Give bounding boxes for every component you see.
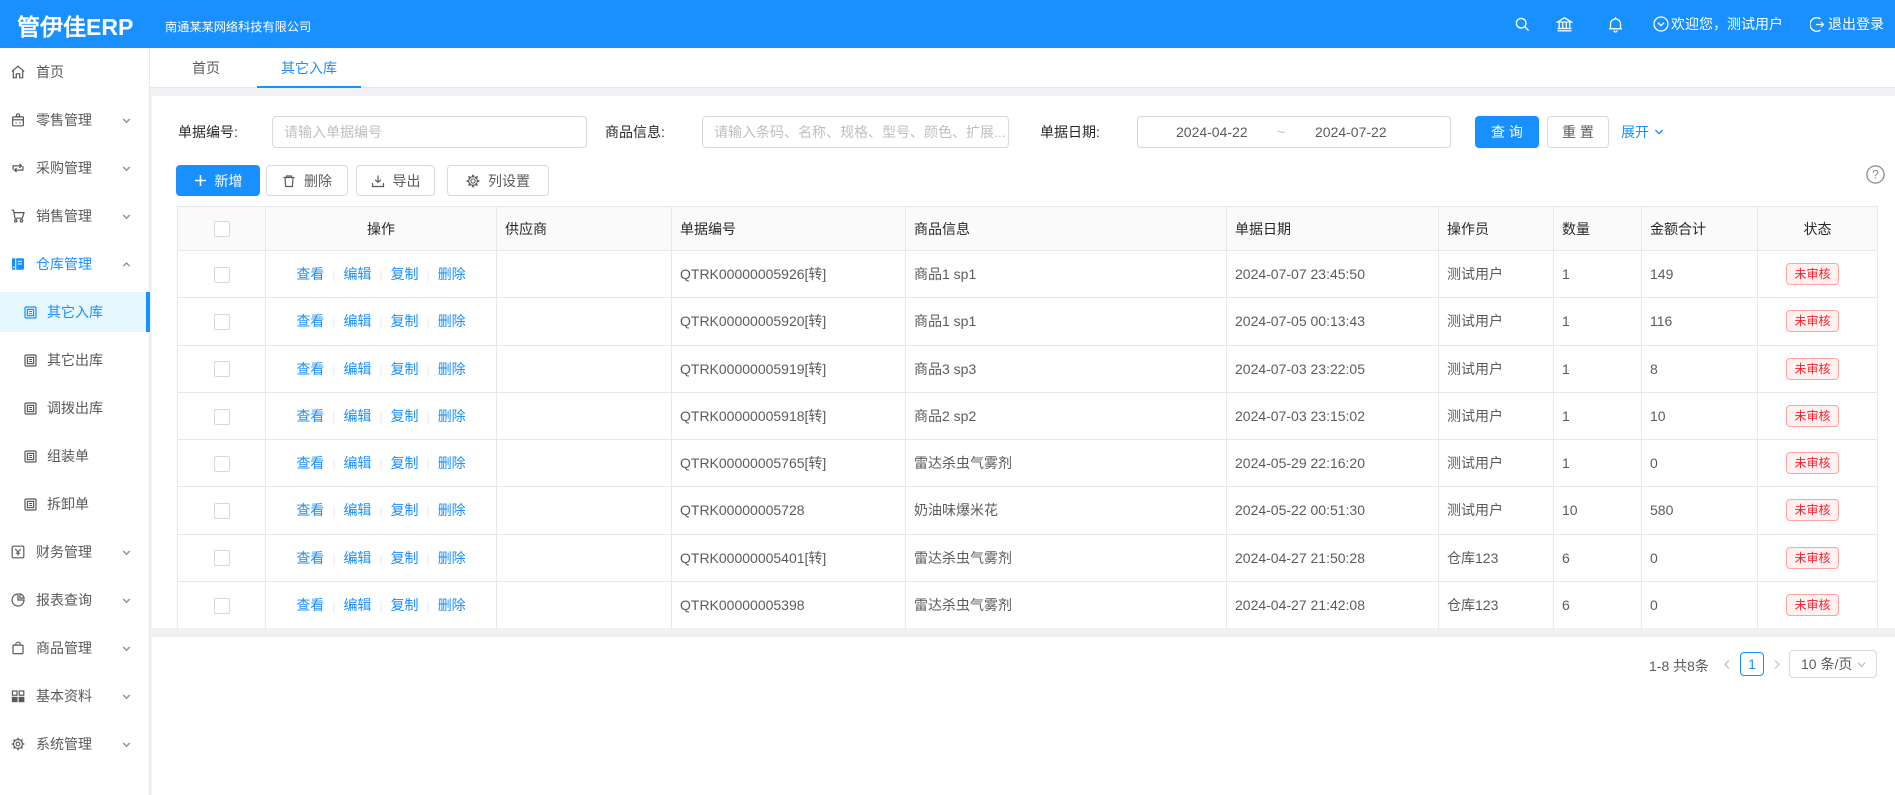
- svg-text:?: ?: [1872, 168, 1879, 182]
